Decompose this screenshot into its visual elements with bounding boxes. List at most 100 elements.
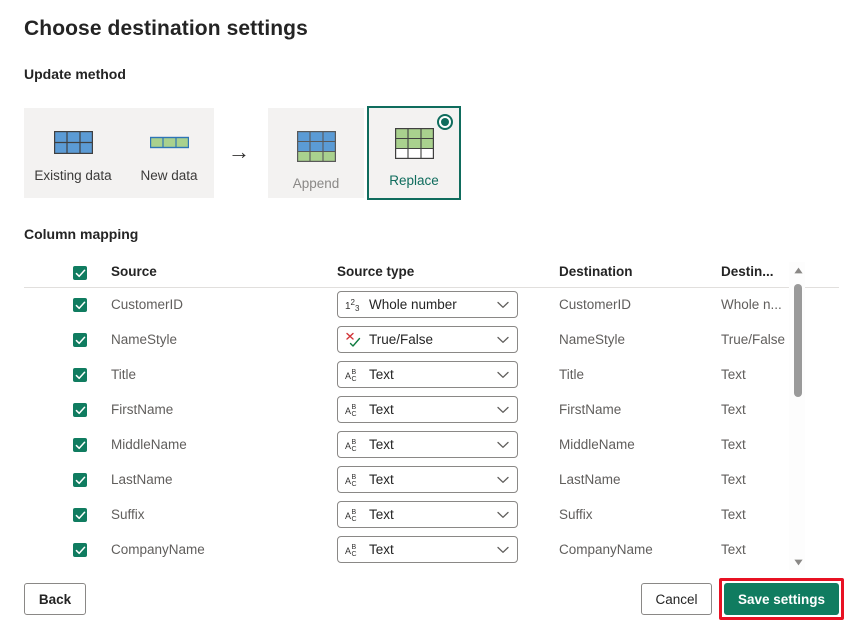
table-row: CustomerID 123 Whole number CustomerID Whole… <box>24 288 839 323</box>
svg-text:C: C <box>352 411 357 417</box>
row-checkbox[interactable] <box>73 333 87 347</box>
back-button[interactable]: Back <box>24 583 86 615</box>
scroll-up-arrow-icon[interactable] <box>790 262 806 278</box>
cell-source: CompanyName <box>111 542 205 557</box>
source-type-value: Text <box>369 367 497 382</box>
svg-text:B: B <box>352 439 357 446</box>
cell-destination-type: Text <box>721 472 746 487</box>
source-type-value: Whole number <box>369 297 497 312</box>
new-data-option: New data <box>121 109 217 199</box>
cancel-button[interactable]: Cancel <box>641 583 712 615</box>
row-checkbox[interactable] <box>73 438 87 452</box>
grid-blue-icon <box>54 131 93 159</box>
source-type-dropdown[interactable]: ABC Text <box>337 501 518 528</box>
header-destination-type[interactable]: Destin... <box>721 264 774 279</box>
grid-replace-icon <box>395 128 434 164</box>
svg-text:A: A <box>345 406 351 416</box>
text-icon: ABC <box>345 367 363 382</box>
source-type-value: Text <box>369 542 497 557</box>
cell-destination: FirstName <box>559 402 621 417</box>
row-checkbox[interactable] <box>73 508 87 522</box>
svg-text:C: C <box>352 446 357 452</box>
source-type-dropdown[interactable]: ABC Text <box>337 396 518 423</box>
svg-text:B: B <box>352 404 357 411</box>
row-checkbox[interactable] <box>73 473 87 487</box>
cell-source: Suffix <box>111 507 145 522</box>
svg-text:C: C <box>352 516 357 522</box>
header-source-type[interactable]: Source type <box>337 264 414 279</box>
source-type-value: Text <box>369 402 497 417</box>
whole-number-icon: 123 <box>345 297 363 312</box>
cell-source: Title <box>111 367 136 382</box>
text-icon: ABC <box>345 437 363 452</box>
source-type-dropdown[interactable]: 123 Whole number <box>337 291 518 318</box>
select-all-checkbox[interactable] <box>73 266 87 280</box>
row-checkbox[interactable] <box>73 543 87 557</box>
row-checkbox[interactable] <box>73 403 87 417</box>
text-icon: ABC <box>345 542 363 557</box>
text-icon: ABC <box>345 472 363 487</box>
source-type-value: True/False <box>369 332 497 347</box>
cell-source: NameStyle <box>111 332 177 347</box>
cell-destination: Suffix <box>559 507 593 522</box>
table-row: Title ABC Text Title Text <box>24 358 839 393</box>
cell-source: MiddleName <box>111 437 187 452</box>
table-row: NameStyleTrue/FalseNameStyleTrue/False <box>24 323 839 358</box>
replace-label: Replace <box>389 173 439 188</box>
cell-destination-type: Text <box>721 367 746 382</box>
table-row: FirstName ABC Text FirstName Text <box>24 393 839 428</box>
append-option-card[interactable]: Append <box>268 108 364 198</box>
cell-destination: LastName <box>559 472 621 487</box>
grid-green-row-icon <box>150 131 189 159</box>
table-row: LastName ABCText LastName Text <box>24 463 839 498</box>
svg-text:A: A <box>345 441 351 451</box>
update-method-label: Update method <box>24 66 126 82</box>
cell-destination-type: Text <box>721 437 746 452</box>
svg-text:3: 3 <box>355 304 360 312</box>
text-icon: ABC <box>345 402 363 417</box>
scrollbar-thumb[interactable] <box>794 284 802 397</box>
table-vertical-scrollbar[interactable] <box>789 262 805 570</box>
source-type-dropdown[interactable]: True/False <box>337 326 518 353</box>
cell-destination: NameStyle <box>559 332 625 347</box>
existing-data-option: Existing data <box>25 109 121 199</box>
column-mapping-label: Column mapping <box>24 226 138 242</box>
cell-destination: Title <box>559 367 584 382</box>
cell-source: LastName <box>111 472 173 487</box>
cell-source: CustomerID <box>111 297 183 312</box>
table-row: Suffix ABC Text Suffix Text <box>24 498 839 533</box>
cell-destination-type: Text <box>721 402 746 417</box>
cell-destination-type: Whole n... <box>721 297 782 312</box>
replace-option-card[interactable]: Replace <box>367 106 461 200</box>
page-title: Choose destination settings <box>24 17 308 41</box>
table-row: MiddleName ABC Text MiddleName Text <box>24 428 839 463</box>
row-checkbox[interactable] <box>73 368 87 382</box>
cell-source: FirstName <box>111 402 173 417</box>
svg-text:A: A <box>345 546 351 556</box>
svg-text:B: B <box>352 509 357 516</box>
cell-destination: MiddleName <box>559 437 635 452</box>
svg-text:C: C <box>352 376 357 382</box>
existing-data-label: Existing data <box>34 168 111 183</box>
true-false-icon <box>345 332 363 347</box>
svg-text:C: C <box>352 481 357 487</box>
source-type-dropdown[interactable]: ABC Text <box>337 361 518 388</box>
header-source[interactable]: Source <box>111 264 157 279</box>
arrow-right-icon: → <box>228 141 250 163</box>
row-checkbox[interactable] <box>73 298 87 312</box>
header-destination[interactable]: Destination <box>559 264 633 279</box>
svg-text:B: B <box>352 369 357 376</box>
source-type-value: Text <box>369 437 497 452</box>
source-type-dropdown[interactable]: ABC Text <box>337 536 518 563</box>
cell-destination-type: Text <box>721 507 746 522</box>
svg-text:A: A <box>345 511 351 521</box>
source-type-value: Text <box>369 507 497 522</box>
table-row: CompanyNameABCTextCompanyNameText <box>24 533 839 568</box>
source-type-dropdown[interactable]: ABCText <box>337 466 518 493</box>
cell-destination: CustomerID <box>559 297 631 312</box>
save-settings-button[interactable]: Save settings <box>724 583 839 615</box>
column-mapping-table: Source Source type Destination Destin...… <box>24 262 839 570</box>
scroll-down-arrow-icon[interactable] <box>790 554 806 570</box>
source-type-dropdown[interactable]: ABC Text <box>337 431 518 458</box>
table-header-row: Source Source type Destination Destin... <box>24 262 839 288</box>
